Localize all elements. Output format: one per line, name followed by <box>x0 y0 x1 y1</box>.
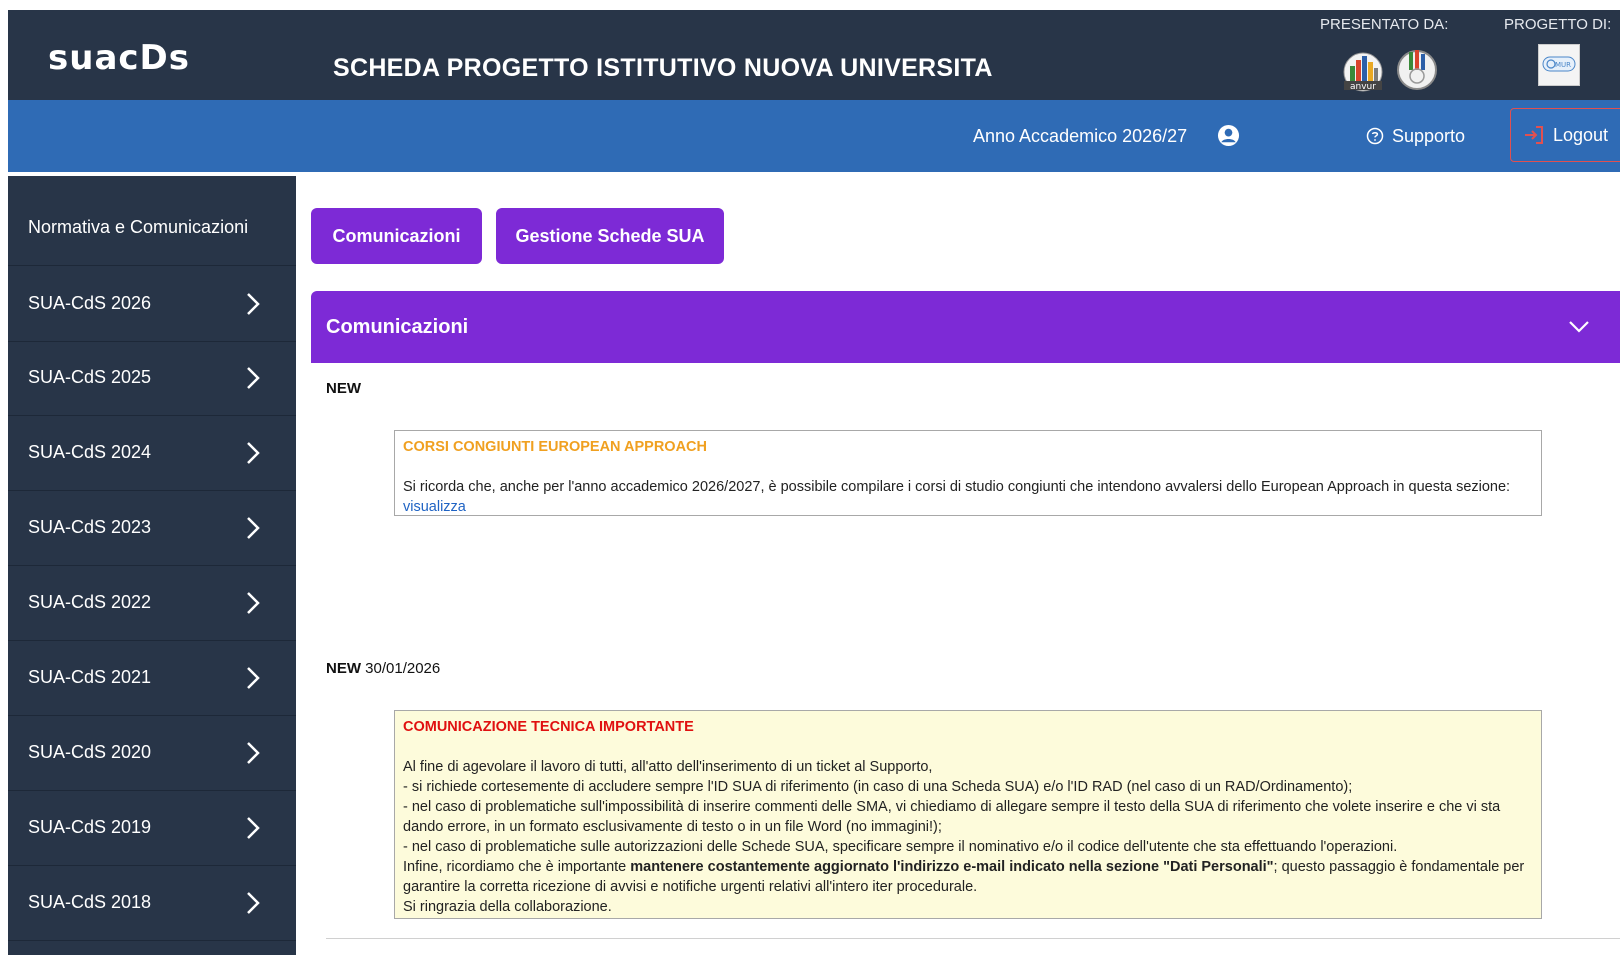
news-line: - nel caso di problematiche sull'impossi… <box>403 799 1501 835</box>
tab-gestione-schede-sua[interactable]: Gestione Schede SUA <box>496 208 724 264</box>
help-circle-icon <box>1366 127 1384 145</box>
chevron-right-icon <box>247 667 260 689</box>
support-label: Supporto <box>1392 125 1466 146</box>
news-emphasis: mantenere costantemente aggiornato l'ind… <box>630 859 1274 875</box>
news-line: - si richiede cortesemente di accludere … <box>403 779 1353 795</box>
news-line: Infine, ricordiamo che è importante mant… <box>403 857 1533 897</box>
sidebar-item-sua-cds-2023[interactable]: SUA-CdS 2023 <box>8 490 296 566</box>
news-body: Si ricorda che, anche per l'anno accadem… <box>403 477 1533 517</box>
sub-header: Anno Accademico 2026/27 Supporto Logout <box>8 100 1620 172</box>
chevron-right-icon <box>247 367 260 389</box>
presented-by-label: PRESENTATO DA: <box>1320 16 1449 33</box>
top-header: suacDs SCHEDA PROGETTO ISTITUTIVO NUOVA … <box>8 10 1620 100</box>
sidebar-item-label: SUA-CdS 2023 <box>28 517 152 537</box>
sidebar-item-sua-cds-2024[interactable]: SUA-CdS 2024 <box>8 415 296 491</box>
sidebar-item-label: SUA-CdS 2020 <box>28 742 152 762</box>
sidebar-nav: Normativa e Comunicazioni SUA-CdS 2026 S… <box>8 176 296 955</box>
chevron-right-icon <box>247 592 260 614</box>
chevron-right-icon <box>247 517 260 539</box>
news-body-text: Si ricorda che, anche per l'anno accadem… <box>403 479 1511 495</box>
academic-year-label: Anno Accademico 2026/27 <box>973 126 1188 146</box>
app-frame: suacDs SCHEDA PROGETTO ISTITUTIVO NUOVA … <box>8 10 1620 955</box>
sidebar-item-label: SUA-CdS 2024 <box>28 442 152 462</box>
sidebar-item-sua-cds-2026[interactable]: SUA-CdS 2026 <box>8 266 296 342</box>
sidebar-item-sua-cds-2022[interactable]: SUA-CdS 2022 <box>8 565 296 641</box>
support-button[interactable]: Supporto <box>1366 120 1465 152</box>
chevron-right-icon <box>247 817 260 839</box>
sidebar-item-label: Normativa e Comunicazioni <box>28 217 249 237</box>
sidebar-item-sua-cds-2018[interactable]: SUA-CdS 2018 <box>8 865 296 941</box>
news-new-badge: NEW <box>326 380 361 397</box>
cnvsu-logo <box>1397 50 1437 90</box>
sidebar-item-label: SUA-CdS 2019 <box>28 817 152 837</box>
news-line: Si ringrazia della collaborazione. <box>403 899 612 915</box>
chevron-right-icon <box>247 442 260 464</box>
news-tag: NEW 30/01/2026 <box>326 660 440 677</box>
communications-section-header[interactable]: Comunicazioni <box>311 291 1620 363</box>
logout-button[interactable]: Logout <box>1510 108 1620 162</box>
logout-icon <box>1525 126 1543 144</box>
page-title: SCHEDA PROGETTO ISTITUTIVO NUOVA UNIVERS… <box>333 54 993 82</box>
news-line: Al fine di agevolare il lavoro di tutti,… <box>403 759 933 775</box>
news-tag: NEW <box>326 380 361 397</box>
sidebar-item-label: SUA-CdS 2025 <box>28 367 152 387</box>
news-new-badge: NEW <box>326 660 361 677</box>
news-item-technical-notice: COMUNICAZIONE TECNICA IMPORTANTE Al fine… <box>394 710 1542 919</box>
chevron-down-icon[interactable] <box>1568 320 1590 334</box>
news-line: - nel caso di problematiche sulle autori… <box>403 839 1398 855</box>
sidebar-item-sua-cds-2021[interactable]: SUA-CdS 2021 <box>8 640 296 716</box>
svg-text:MUR: MUR <box>1555 61 1571 69</box>
sidebar-item-normativa[interactable]: Normativa e Comunicazioni <box>8 190 296 266</box>
user-account-icon[interactable] <box>1217 124 1240 147</box>
app-logo[interactable]: suacDs <box>48 38 190 78</box>
sidebar-item-label: SUA-CdS 2026 <box>28 293 152 313</box>
news-title: COMUNICAZIONE TECNICA IMPORTANTE <box>403 719 694 735</box>
tab-comunicazioni[interactable]: Comunicazioni <box>311 208 482 264</box>
news-date: 30/01/2026 <box>365 660 441 677</box>
svg-text:anvur: anvur <box>1350 82 1376 92</box>
sidebar-item-sua-cds-2025[interactable]: SUA-CdS 2025 <box>8 340 296 416</box>
anvur-logo: anvur <box>1343 52 1383 92</box>
visualizza-link[interactable]: visualizza <box>403 499 466 515</box>
sidebar-item-label: SUA-CdS 2018 <box>28 892 152 912</box>
sidebar-item-label: SUA-CdS 2021 <box>28 667 152 687</box>
mur-logo: MUR <box>1538 44 1580 86</box>
content-divider <box>326 938 1620 939</box>
chevron-right-icon <box>247 293 260 315</box>
sidebar-item-label: SUA-CdS 2022 <box>28 592 152 612</box>
section-title: Comunicazioni <box>326 315 469 338</box>
news-title: CORSI CONGIUNTI EUROPEAN APPROACH <box>403 439 707 455</box>
sidebar-item-sua-cds-2019[interactable]: SUA-CdS 2019 <box>8 790 296 866</box>
chevron-right-icon <box>247 742 260 764</box>
news-text: Infine, ricordiamo che è importante <box>403 859 631 875</box>
project-of-label: PROGETTO DI: <box>1504 16 1612 33</box>
sidebar-item-sua-cds-2020[interactable]: SUA-CdS 2020 <box>8 715 296 791</box>
chevron-right-icon <box>247 892 260 914</box>
news-item-european-approach: CORSI CONGIUNTI EUROPEAN APPROACH Si ric… <box>394 430 1542 516</box>
logout-label: Logout <box>1553 124 1609 145</box>
